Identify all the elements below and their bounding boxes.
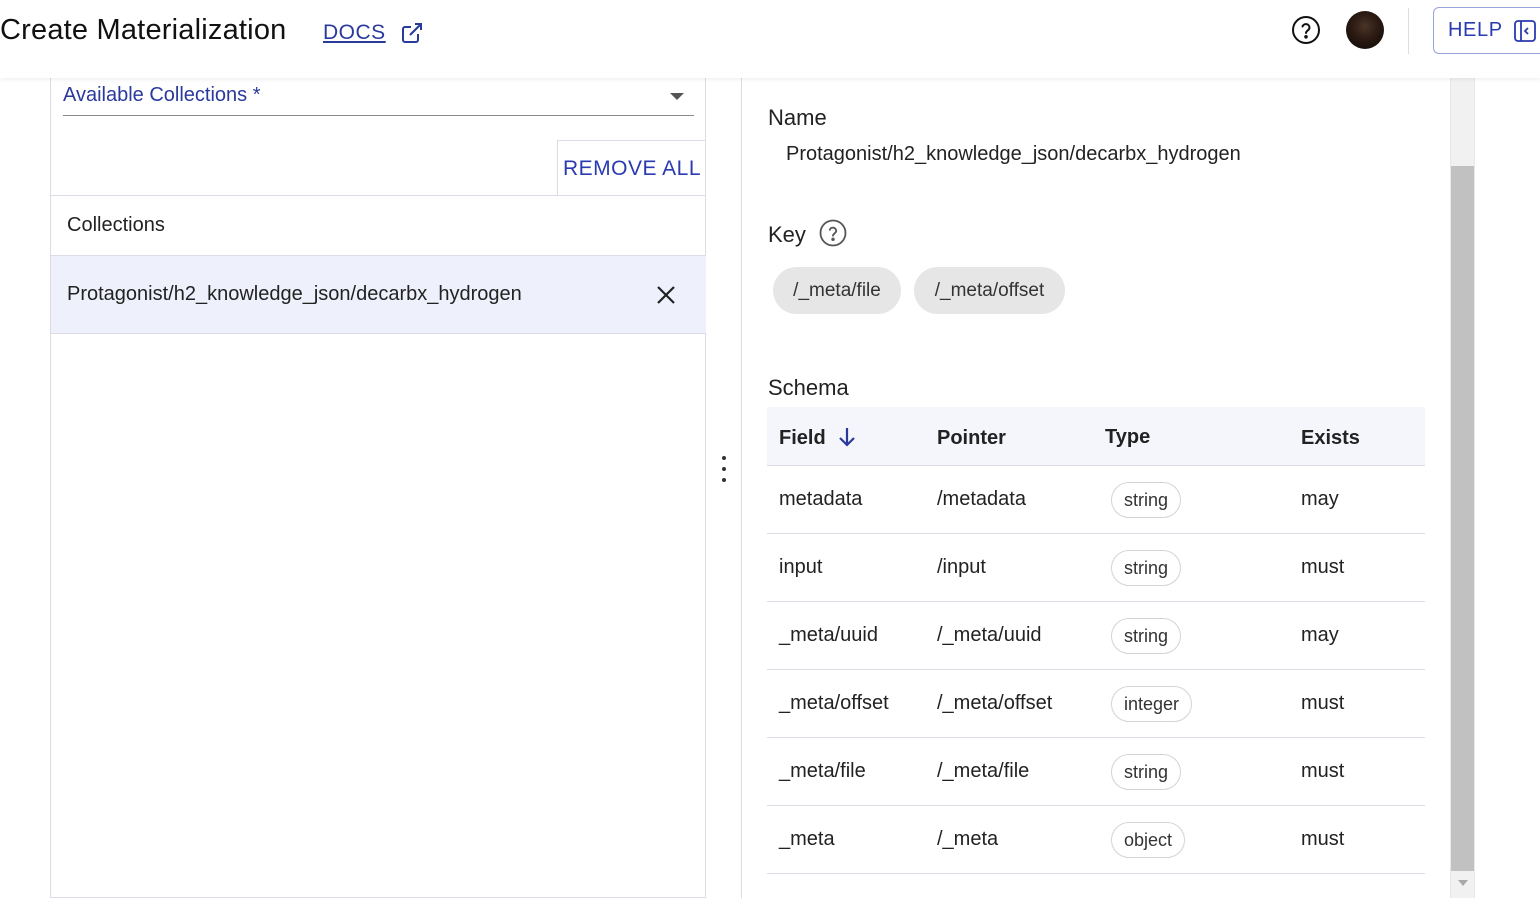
pointer-cell: /_meta/offset <box>937 692 1053 714</box>
drag-handle-icon[interactable] <box>720 456 728 482</box>
type-chip: string <box>1111 754 1182 790</box>
type-chip: integer <box>1111 686 1193 722</box>
help-circle-icon[interactable] <box>1291 15 1321 45</box>
external-link-icon <box>401 23 422 43</box>
help-button[interactable]: HELP <box>1433 7 1540 54</box>
field-cell: _meta <box>779 828 835 850</box>
table-row: _meta /_meta object must <box>767 806 1425 874</box>
panel-splitter[interactable] <box>707 78 742 898</box>
type-chip: string <box>1111 550 1182 586</box>
collection-row[interactable]: Protagonist/h2_knowledge_json/decarbx_hy… <box>51 256 706 334</box>
type-chip: string <box>1111 482 1182 518</box>
arrow-down-icon[interactable] <box>837 426 857 448</box>
close-icon[interactable] <box>655 284 677 306</box>
table-row: _meta/file /_meta/file string must <box>767 738 1425 806</box>
sidebar-panel-icon <box>1513 19 1536 42</box>
pointer-cell: /_meta/uuid <box>937 624 1042 646</box>
available-collections-select[interactable]: Available Collections * <box>63 78 694 116</box>
table-row: metadata /metadata string may <box>767 466 1425 534</box>
chevron-down-icon <box>670 93 684 100</box>
exists-cell: must <box>1301 760 1345 782</box>
scroll-down-arrow-icon[interactable] <box>1458 880 1468 886</box>
column-header-field[interactable]: Field <box>779 427 826 450</box>
header-divider <box>1408 8 1409 54</box>
field-cell: input <box>779 556 823 578</box>
collection-selector-panel: Available Collections * REMOVE ALL Colle… <box>50 78 706 898</box>
key-chip: /_meta/offset <box>914 267 1065 314</box>
column-header-type[interactable]: Type <box>1105 426 1150 449</box>
table-header-row: Field Pointer Type Exists <box>767 407 1425 466</box>
docs-link[interactable]: DOCS <box>323 21 424 45</box>
collection-name: Protagonist/h2_knowledge_json/decarbx_hy… <box>67 283 522 305</box>
field-cell: _meta/file <box>779 760 866 782</box>
help-button-label: HELP <box>1448 19 1503 41</box>
type-chip: object <box>1111 822 1186 858</box>
collection-details-panel: Name Protagonist/h2_knowledge_json/decar… <box>743 78 1450 898</box>
page-title: Create Materialization <box>0 14 287 46</box>
name-value: Protagonist/h2_knowledge_json/decarbx_hy… <box>786 143 1241 165</box>
docs-link-label: DOCS <box>323 21 386 44</box>
field-cell: _meta/offset <box>779 692 889 714</box>
column-header-pointer[interactable]: Pointer <box>937 427 1006 450</box>
type-chip: string <box>1111 618 1182 654</box>
scrollbar-thumb[interactable] <box>1451 166 1474 871</box>
app-header: Create Materialization DOCS HELP <box>0 0 1540 78</box>
exists-cell: may <box>1301 488 1339 510</box>
available-collections-label: Available Collections * <box>63 84 261 106</box>
name-label: Name <box>768 105 827 130</box>
key-chip: /_meta/file <box>773 267 901 314</box>
pointer-cell: /metadata <box>937 488 1026 510</box>
pointer-cell: /_meta <box>937 828 999 850</box>
user-avatar[interactable] <box>1346 11 1384 49</box>
remove-all-button[interactable]: REMOVE ALL <box>557 140 706 196</box>
table-row: _meta/offset /_meta/offset integer must <box>767 670 1425 738</box>
table-row: input /input string must <box>767 534 1425 602</box>
schema-table: Field Pointer Type Exists metadata /meta… <box>767 407 1425 874</box>
exists-cell: must <box>1301 556 1345 578</box>
exists-cell: may <box>1301 624 1339 646</box>
exists-cell: must <box>1301 692 1345 714</box>
exists-cell: must <box>1301 828 1345 850</box>
key-label: Key <box>768 222 806 247</box>
vertical-scrollbar[interactable] <box>1450 78 1475 898</box>
field-cell: _meta/uuid <box>779 624 878 646</box>
table-row: _meta/uuid /_meta/uuid string may <box>767 602 1425 670</box>
pointer-cell: /input <box>937 556 986 578</box>
column-header-exists[interactable]: Exists <box>1301 427 1360 450</box>
schema-label: Schema <box>768 375 849 400</box>
field-cell: metadata <box>779 488 863 510</box>
collections-header: Collections <box>51 195 706 256</box>
pointer-cell: /_meta/file <box>937 760 1030 782</box>
help-circle-icon[interactable] <box>819 219 847 247</box>
